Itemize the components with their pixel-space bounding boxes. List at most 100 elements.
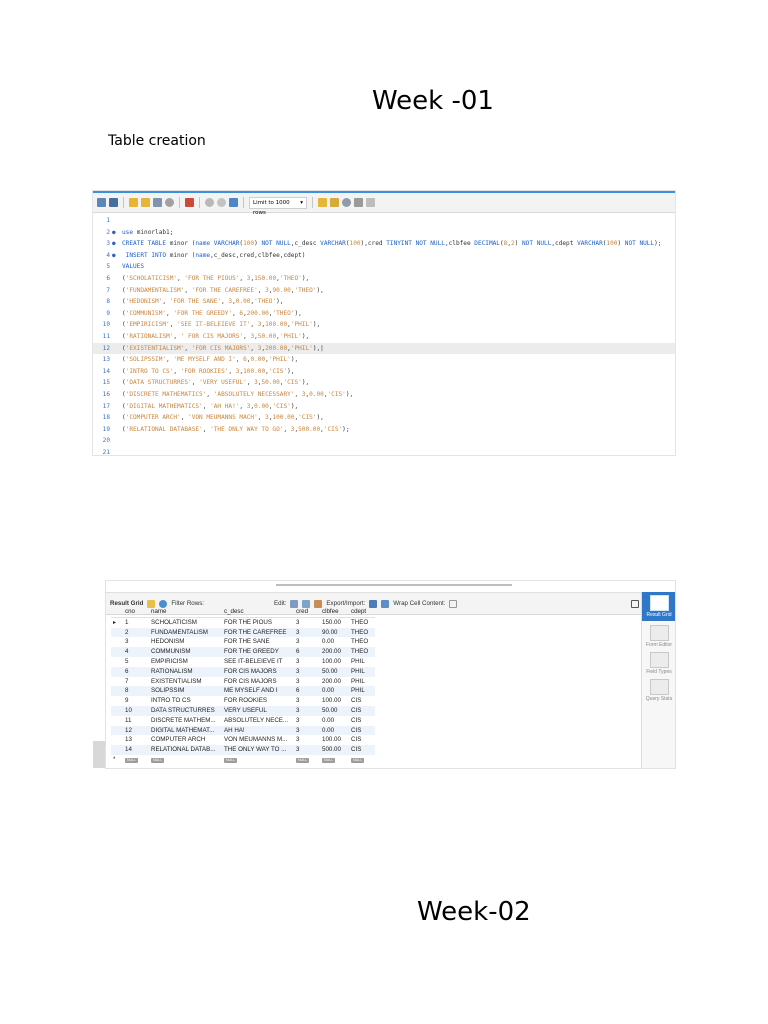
table-cell[interactable]: 14	[123, 745, 149, 755]
execute-current-icon[interactable]	[141, 198, 150, 207]
panel-toggle-icon[interactable]	[631, 599, 639, 608]
table-cell[interactable]: VON MEUMANNS M...	[222, 735, 294, 745]
table-cell[interactable]: PHIL	[349, 657, 375, 667]
invisible-chars-icon[interactable]	[354, 198, 363, 207]
null-cell[interactable]: NULL	[149, 755, 222, 765]
column-header-clbfee[interactable]: clbfee	[320, 607, 349, 618]
table-cell[interactable]: 6	[294, 686, 320, 697]
side-panel-form-editor-button[interactable]: Form Editor	[642, 625, 675, 648]
find-icon[interactable]	[342, 198, 351, 207]
table-cell[interactable]: THEO	[349, 647, 375, 657]
table-cell[interactable]: 0.00	[320, 686, 349, 697]
table-cell[interactable]: FOR THE SANE	[222, 637, 294, 647]
table-cell[interactable]: SCHOLATICISM	[149, 617, 222, 627]
table-cell[interactable]: 7	[123, 677, 149, 687]
table-cell[interactable]: 100.00	[320, 657, 349, 667]
table-cell[interactable]: FOR ROOKIES	[222, 696, 294, 706]
table-cell[interactable]: CIS	[349, 705, 375, 716]
stop-icon[interactable]	[165, 198, 174, 207]
column-header-cred[interactable]: cred	[294, 607, 320, 618]
table-cell[interactable]: THEO	[349, 617, 375, 627]
table-cell[interactable]: DISCRETE MATHEM...	[149, 716, 222, 726]
table-row[interactable]: 8 SOLIPSSIM ME MYSELF AND I 6 0.00 PHIL	[111, 686, 375, 697]
table-cell[interactable]: 3	[294, 735, 320, 745]
table-cell[interactable]: 3	[294, 617, 320, 627]
table-cell[interactable]: CIS	[349, 745, 375, 755]
column-header-name[interactable]: name	[149, 607, 222, 618]
table-cell[interactable]: 3	[294, 627, 320, 638]
null-cell[interactable]: NULL	[349, 755, 375, 765]
explain-icon[interactable]	[153, 198, 162, 207]
bookmark-star-icon[interactable]	[318, 198, 327, 207]
table-cell[interactable]: 3	[294, 677, 320, 687]
table-cell[interactable]: ABSOLUTELY NECE...	[222, 716, 294, 726]
import-icon[interactable]	[381, 599, 390, 608]
table-cell[interactable]: 3	[294, 745, 320, 755]
table-cell[interactable]: FOR CIS MAJORS	[222, 677, 294, 687]
beautify-icon[interactable]	[330, 198, 339, 207]
table-row[interactable]: 12 DIGITAL MATHEMAT... AH HA! 3 0.00 CIS	[111, 725, 375, 736]
table-cell[interactable]: THE ONLY WAY TO ...	[222, 745, 294, 755]
table-cell[interactable]: 3	[294, 657, 320, 667]
table-cell[interactable]: AH HA!	[222, 725, 294, 736]
table-cell[interactable]: HEDONISM	[149, 637, 222, 647]
save-icon[interactable]	[109, 198, 118, 207]
sql-code-area[interactable]: 1 2 ● use minorlab1; 3 ● CREATE TABLE minor (n…	[93, 213, 675, 455]
table-cell[interactable]: 13	[123, 735, 149, 745]
commit-icon[interactable]	[205, 198, 214, 207]
column-header-cno[interactable]: cno	[123, 607, 149, 618]
table-cell[interactable]: 6	[294, 647, 320, 657]
table-cell[interactable]: 10	[123, 705, 149, 716]
autocommit-icon[interactable]	[229, 198, 238, 207]
table-cell[interactable]: FOR THE GREEDY	[222, 647, 294, 657]
table-cell[interactable]: 0.00	[320, 716, 349, 726]
table-cell[interactable]: PHIL	[349, 686, 375, 697]
table-row[interactable]: 5 EMPIRICISM SEE IT-BELEIEVE IT 3 100.00 PHIL	[111, 657, 375, 667]
table-cell[interactable]: DATA STRUCTURRES	[149, 705, 222, 716]
table-row[interactable]: 10 DATA STRUCTURRES VERY USEFUL 3 50.00 CIS	[111, 705, 375, 716]
table-cell[interactable]: 50.00	[320, 705, 349, 716]
null-cell[interactable]: NULL	[222, 755, 294, 765]
table-cell[interactable]: 9	[123, 696, 149, 706]
table-cell[interactable]: PHIL	[349, 666, 375, 677]
table-cell[interactable]: VERY USEFUL	[222, 705, 294, 716]
table-cell[interactable]: 12	[123, 725, 149, 736]
table-cell[interactable]: EXISTENTIALISM	[149, 677, 222, 687]
table-cell[interactable]: CIS	[349, 716, 375, 726]
table-row[interactable]: 7 EXISTENTIALISM FOR CIS MAJORS 3 200.00 PHIL	[111, 677, 375, 687]
table-cell[interactable]: CIS	[349, 725, 375, 736]
table-cell[interactable]: 90.00	[320, 627, 349, 638]
table-cell[interactable]: 3	[294, 696, 320, 706]
rollback-icon[interactable]	[217, 198, 226, 207]
column-header-c_desc[interactable]: c_desc	[222, 607, 294, 618]
column-header-cdept[interactable]: cdept	[349, 607, 375, 618]
table-cell[interactable]: FOR THE CAREFREE	[222, 627, 294, 638]
null-cell[interactable]: NULL	[123, 755, 149, 765]
null-cell[interactable]: NULL	[320, 755, 349, 765]
table-row[interactable]: 4 COMMUNISM FOR THE GREEDY 6 200.00 THEO	[111, 647, 375, 657]
table-cell[interactable]: CIS	[349, 696, 375, 706]
open-file-icon[interactable]	[97, 198, 106, 207]
table-row[interactable]: 3 HEDONISM FOR THE SANE 3 0.00 THEO	[111, 637, 375, 647]
table-row[interactable]: ▸ 1 SCHOLATICISM FOR THE PIOUS 3 150.00 THEO	[111, 617, 375, 627]
table-cell[interactable]: 3	[123, 637, 149, 647]
table-cell[interactable]: 50.00	[320, 666, 349, 677]
table-cell[interactable]: RELATIONAL DATAB...	[149, 745, 222, 755]
table-cell[interactable]: DIGITAL MATHEMAT...	[149, 725, 222, 736]
table-cell[interactable]: 3	[294, 725, 320, 736]
table-cell[interactable]: 11	[123, 716, 149, 726]
new-row[interactable]: * NULL NULL NULL NULL NULL NULL	[111, 755, 375, 765]
table-cell[interactable]: 5	[123, 657, 149, 667]
table-cell[interactable]: 3	[294, 637, 320, 647]
table-cell[interactable]: 500.00	[320, 745, 349, 755]
table-cell[interactable]: 1	[123, 617, 149, 627]
null-cell[interactable]: NULL	[294, 755, 320, 765]
side-panel-field-types-button[interactable]: Field Types	[642, 652, 675, 675]
table-cell[interactable]: 0.00	[320, 637, 349, 647]
table-cell[interactable]: 2	[123, 627, 149, 638]
execute-icon[interactable]	[129, 198, 138, 207]
table-cell[interactable]: ME MYSELF AND I	[222, 686, 294, 697]
table-cell[interactable]: PHIL	[349, 677, 375, 687]
table-row[interactable]: 14 RELATIONAL DATAB... THE ONLY WAY TO ...…	[111, 745, 375, 755]
table-row[interactable]: 2 FUNDAMENTALISM FOR THE CAREFREE 3 90.00 THE…	[111, 627, 375, 638]
